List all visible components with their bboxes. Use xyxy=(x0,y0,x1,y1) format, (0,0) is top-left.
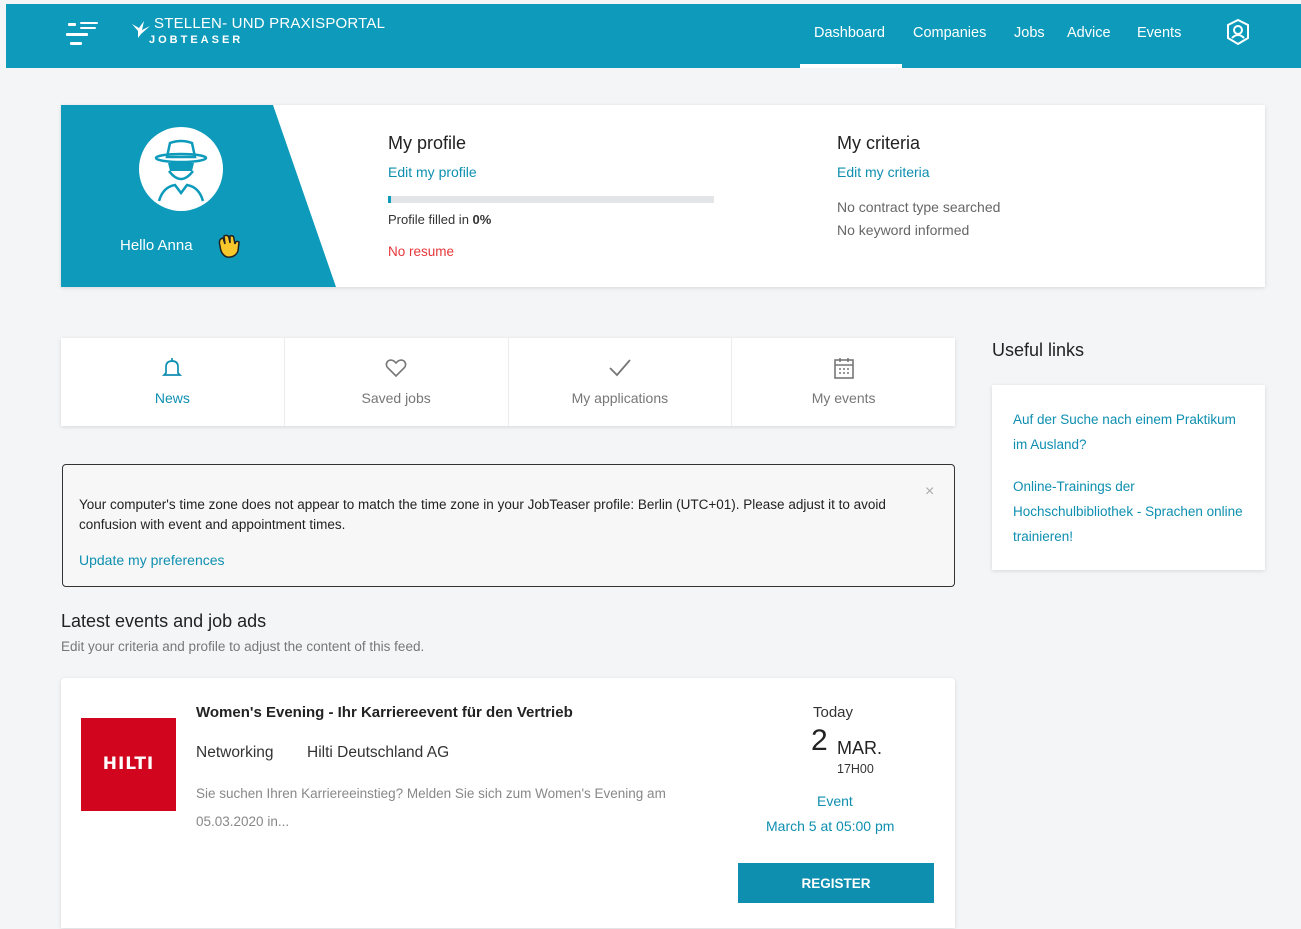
profile-filled-text: Profile filled in 0% xyxy=(388,212,491,227)
event-time: 17H00 xyxy=(837,762,874,776)
event-day: 2 xyxy=(811,724,828,757)
user-circle-icon[interactable] xyxy=(1224,18,1252,46)
useful-links-card: Auf der Suche nach einem Praktikum im Au… xyxy=(992,385,1265,570)
event-company[interactable]: Hilti Deutschland AG xyxy=(307,744,449,762)
tab-news-label: News xyxy=(154,390,190,406)
dashboard-tabs: News Saved jobs My applications My event… xyxy=(61,338,955,426)
nav-dashboard[interactable]: Dashboard xyxy=(814,25,885,41)
profile-progress-bar xyxy=(388,196,714,203)
event-card[interactable]: HILTI Women's Evening - Ihr Karriereeven… xyxy=(61,678,955,928)
brand-subtitle: JOBTEASER xyxy=(149,34,244,46)
event-title[interactable]: Women's Evening - Ihr Karriereevent für … xyxy=(196,704,573,721)
feed-subtitle: Edit your criteria and profile to adjust… xyxy=(61,639,425,654)
no-resume-link[interactable]: No resume xyxy=(388,244,454,259)
update-preferences-link[interactable]: Update my preferences xyxy=(79,552,225,568)
useful-links-title: Useful links xyxy=(992,340,1085,360)
waving-hand-icon xyxy=(218,234,240,258)
bell-icon xyxy=(162,358,183,376)
company-logo-text: HILTI xyxy=(102,754,155,774)
useful-link-internship-abroad[interactable]: Auf der Suche nach einem Praktikum im Au… xyxy=(1013,407,1253,457)
event-type: Networking xyxy=(196,744,274,761)
event-month: MAR. xyxy=(837,738,882,758)
tab-my-applications[interactable]: My applications xyxy=(509,338,733,426)
university-logo[interactable] xyxy=(66,20,100,52)
nav-advice[interactable]: Advice xyxy=(1067,25,1111,41)
event-label: Event xyxy=(817,793,853,809)
tab-news[interactable]: News xyxy=(61,338,285,426)
tab-my-applications-label: My applications xyxy=(571,390,669,406)
register-button[interactable]: REGISTER xyxy=(738,863,934,903)
avatar[interactable] xyxy=(139,127,223,211)
criteria-keyword: No keyword informed xyxy=(837,222,970,238)
heart-icon xyxy=(385,359,407,378)
timezone-alert: Your computer's time zone does not appea… xyxy=(62,464,955,587)
profile-filled-value: 0% xyxy=(472,212,492,227)
event-description: Sie suchen Ihren Karriereeinstieg? Melde… xyxy=(196,786,666,829)
feed-title: Latest events and job ads xyxy=(61,611,267,631)
my-profile-title: My profile xyxy=(388,133,467,153)
brand-title: STELLEN- UND PRAXISPORTAL xyxy=(154,15,386,32)
alert-message: Your computer's time zone does not appea… xyxy=(79,497,886,532)
detective-avatar-icon xyxy=(154,139,208,202)
company-logo[interactable]: HILTI xyxy=(81,718,176,811)
nav-companies[interactable]: Companies xyxy=(913,25,986,41)
edit-profile-link[interactable]: Edit my profile xyxy=(388,164,477,180)
event-posted: Today xyxy=(813,704,854,721)
event-datetime: March 5 at 05:00 pm xyxy=(766,818,895,834)
edit-criteria-link[interactable]: Edit my criteria xyxy=(837,164,930,180)
nav-jobs[interactable]: Jobs xyxy=(1014,25,1045,41)
profile-filled-prefix: Profile filled in xyxy=(388,212,473,227)
close-icon[interactable]: × xyxy=(925,483,934,501)
tab-my-events-label: My events xyxy=(811,390,876,406)
top-bar: STELLEN- UND PRAXISPORTAL JOBTEASER Dash… xyxy=(6,4,1301,68)
tab-saved-jobs-label: Saved jobs xyxy=(361,390,431,406)
checkmark-icon xyxy=(609,359,631,377)
my-criteria-title: My criteria xyxy=(837,133,921,153)
nav-events[interactable]: Events xyxy=(1137,25,1181,41)
greeting: Hello Anna xyxy=(120,237,193,254)
profile-card: Hello Anna My profile Edit my profile Pr… xyxy=(61,105,1265,287)
nav-active-indicator xyxy=(800,64,902,68)
criteria-contract-type: No contract type searched xyxy=(837,199,1001,215)
tab-my-events[interactable]: My events xyxy=(732,338,955,426)
tab-saved-jobs[interactable]: Saved jobs xyxy=(285,338,509,426)
profile-progress-fill xyxy=(388,196,391,203)
calendar-icon xyxy=(833,358,854,379)
useful-link-online-trainings[interactable]: Online-Trainings der Hochschulbibliothek… xyxy=(1013,474,1253,549)
